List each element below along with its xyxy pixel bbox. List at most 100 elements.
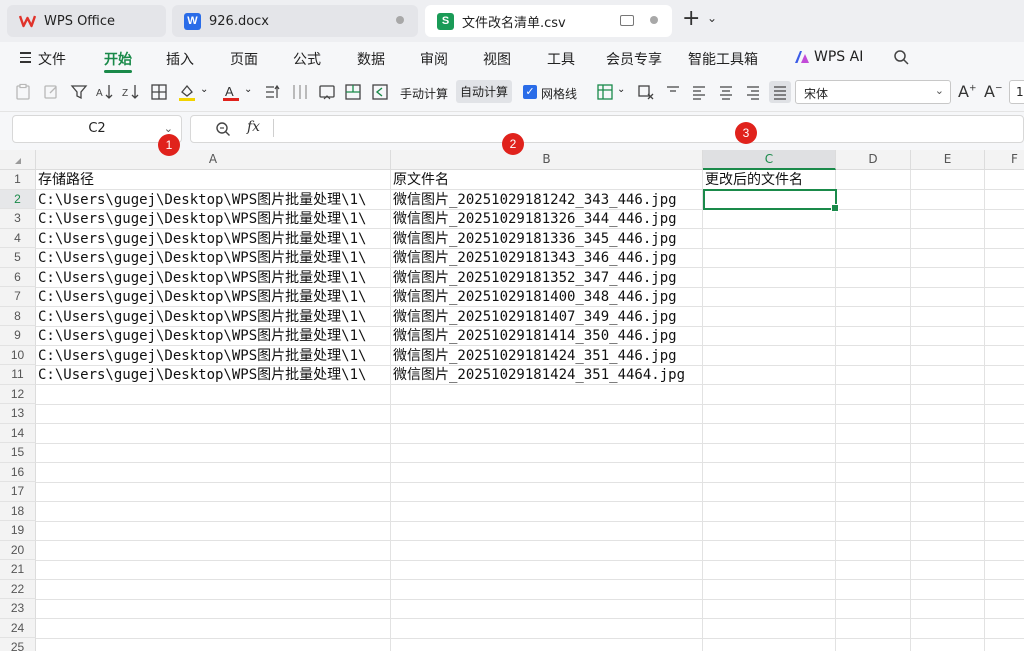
row-header[interactable]: 3 [0,209,36,229]
row-header[interactable]: 5 [0,248,36,268]
row-header[interactable]: 13 [0,404,36,424]
clear-format-icon[interactable] [637,83,655,101]
table-cell[interactable] [703,346,836,366]
table-cell[interactable] [703,326,836,346]
manual-calc-button[interactable]: 手动计算 [400,85,448,102]
table-cell[interactable]: 微信图片_20251029181424_351_446.jpg [391,346,703,366]
menu-formula[interactable]: 公式 [293,49,321,69]
table-cell[interactable]: C:\Users\gugej\Desktop\WPS图片批量处理\1\ [36,346,391,366]
cell-style-icon[interactable] [596,83,614,101]
menu-data[interactable]: 数据 [357,49,385,69]
row-header[interactable]: 14 [0,423,36,443]
spreadsheet-grid[interactable]: A B C D E F 1 2 3 4 5 6 7 8 9 10 11 12 13 14 15 16 17 18 19 20 21 2… [0,150,1024,651]
sort-ascending-icon[interactable]: A [96,83,114,101]
table-cell[interactable] [703,307,836,327]
name-box[interactable]: C2 ⌄ [12,115,182,143]
align-center-icon[interactable] [717,83,735,101]
search-icon[interactable] [893,49,909,65]
column-header-e[interactable]: E [911,150,985,170]
distributed-align-icon[interactable] [769,81,791,103]
decrease-font-size-icon[interactable]: A− [984,82,1003,101]
menu-home[interactable]: 开始 [104,49,132,69]
table-cell[interactable] [703,229,836,249]
formula-input[interactable] [190,115,1024,143]
tab-unsaved-dot-icon[interactable] [396,16,404,24]
table-cell[interactable] [703,248,836,268]
row-header[interactable]: 9 [0,326,36,346]
freeze-panes-icon[interactable] [371,83,389,101]
row-header[interactable]: 12 [0,384,36,404]
row-header[interactable]: 10 [0,345,36,365]
header-cell[interactable]: 存储路径 [36,170,391,190]
format-painter-icon[interactable] [42,83,60,101]
table-cell[interactable]: C:\Users\gugej\Desktop\WPS图片批量处理\1\ [36,307,391,327]
row-header[interactable]: 7 [0,287,36,307]
row-header[interactable]: 4 [0,228,36,248]
table-cell[interactable]: 微信图片_20251029181407_349_446.jpg [391,307,703,327]
table-cell[interactable]: 微信图片_20251029181424_351_4464.jpg [391,365,703,385]
menu-view[interactable]: 视图 [483,49,511,69]
column-header-d[interactable]: D [836,150,911,170]
paste-icon[interactable] [14,83,32,101]
column-header-a[interactable]: A [36,150,391,170]
menu-member[interactable]: 会员专享 [606,49,662,69]
align-right-icon[interactable] [744,83,762,101]
hamburger-menu-icon[interactable] [20,52,31,66]
table-cell[interactable] [703,365,836,385]
tab-unsaved-dot-icon[interactable] [650,16,658,24]
table-cell[interactable]: C:\Users\gugej\Desktop\WPS图片批量处理\1\ [36,365,391,385]
table-cell[interactable]: C:\Users\gugej\Desktop\WPS图片批量处理\1\ [36,209,391,229]
cell-style-dropdown-icon[interactable]: ⌄ [617,84,625,95]
menu-tools[interactable]: 工具 [547,49,575,69]
row-header[interactable]: 8 [0,306,36,326]
table-cell[interactable] [703,209,836,229]
table-cell[interactable]: C:\Users\gugej\Desktop\WPS图片批量处理\1\ [36,326,391,346]
increase-font-size-icon[interactable]: A+ [958,82,977,101]
table-cell[interactable]: 微信图片_20251029181414_350_446.jpg [391,326,703,346]
row-header[interactable]: 17 [0,482,36,502]
align-left-icon[interactable] [690,83,708,101]
menu-wps-ai[interactable]: WPS AI [814,49,863,65]
table-cell[interactable]: 微信图片_20251029181343_346_446.jpg [391,248,703,268]
row-header[interactable]: 24 [0,618,36,638]
menu-review[interactable]: 审阅 [420,49,448,69]
tab-wps-office[interactable]: WPS Office [7,5,166,37]
filter-icon[interactable] [70,83,88,101]
row-header[interactable]: 6 [0,267,36,287]
table-cell[interactable]: 微信图片_20251029181352_347_446.jpg [391,268,703,288]
number-format-icon[interactable] [264,83,282,101]
align-top-icon[interactable] [664,83,682,101]
column-header-c[interactable]: C [703,150,836,170]
menu-page[interactable]: 页面 [230,49,258,69]
table-cell[interactable]: 微信图片_20251029181242_343_446.jpg [391,190,703,210]
column-header-b[interactable]: B [391,150,703,170]
wrap-text-icon[interactable] [318,83,336,101]
menu-insert[interactable]: 插入 [166,49,194,69]
row-header[interactable]: 1 [0,170,36,190]
new-tab-plus-icon[interactable]: + [682,8,700,30]
screen-icon[interactable] [620,15,634,26]
gridlines-checkbox[interactable]: ✓ [523,85,537,99]
table-cell[interactable] [703,268,836,288]
font-color-icon[interactable]: A [222,83,240,101]
table-cell[interactable]: C:\Users\gugej\Desktop\WPS图片批量处理\1\ [36,287,391,307]
menu-file[interactable]: 文件 [38,49,66,69]
row-header[interactable]: 18 [0,501,36,521]
font-size-input[interactable]: 1 [1009,80,1024,104]
merge-cells-icon[interactable] [344,83,362,101]
row-header[interactable]: 22 [0,579,36,599]
sort-descending-icon[interactable]: Z [122,83,140,101]
table-cell[interactable]: 微信图片_20251029181400_348_446.jpg [391,287,703,307]
table-cell[interactable]: 微信图片_20251029181336_345_446.jpg [391,229,703,249]
insert-function-icon[interactable]: fx [247,119,260,135]
row-header[interactable]: 23 [0,599,36,619]
column-header-f[interactable]: F [985,150,1024,170]
fill-color-dropdown-icon[interactable]: ⌄ [200,84,208,95]
header-cell[interactable]: 原文件名 [391,170,703,190]
header-cell[interactable]: 更改后的文件名 [703,170,836,190]
row-header[interactable]: 16 [0,462,36,482]
row-header[interactable]: 11 [0,365,36,385]
tab-csv[interactable]: S 文件改名清单.csv [425,5,672,37]
table-cell[interactable] [703,287,836,307]
select-all-corner[interactable] [0,150,36,170]
